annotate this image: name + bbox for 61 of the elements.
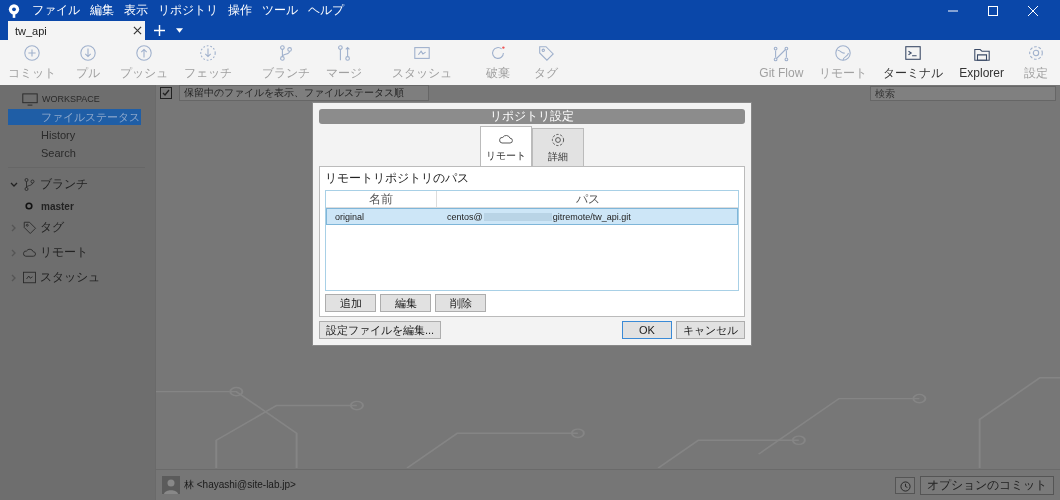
menu-item[interactable]: 編集 — [90, 2, 114, 19]
menu-item[interactable]: 表示 — [124, 2, 148, 19]
settings-icon — [1027, 43, 1045, 62]
menu-item[interactable]: リポジトリ — [158, 2, 218, 19]
chevron-down-icon[interactable] — [10, 180, 18, 189]
column-header: 名前 — [326, 190, 437, 208]
add-tab-icon[interactable] — [154, 25, 165, 36]
sidebar-section[interactable]: リモート — [40, 244, 88, 261]
settings-tab[interactable]: リモート — [480, 126, 532, 166]
checkbox[interactable] — [160, 87, 172, 99]
avatar-icon — [162, 476, 180, 494]
sidebar-item[interactable]: ファイルステータス — [8, 109, 141, 125]
column-header: パス — [574, 190, 601, 208]
flow-icon — [772, 45, 791, 63]
toolbar-button[interactable]: ターミナル — [879, 43, 948, 82]
commit-options-dropdown[interactable]: オプションのコミット — [920, 475, 1054, 495]
dialog-title: リポジトリ設定 — [319, 109, 745, 124]
app-logo-icon — [8, 3, 20, 18]
cancel-button[interactable]: キャンセル — [676, 321, 745, 339]
refresh-icon — [489, 43, 507, 62]
settings-tab[interactable]: 詳細 — [532, 128, 584, 166]
author-label: 林 <hayashi@site-lab.jp> — [184, 478, 296, 492]
ok-button[interactable]: OK — [622, 321, 672, 339]
settings-icon — [550, 131, 566, 148]
close-icon[interactable] — [133, 26, 142, 35]
sidebar-section[interactable]: スタッシュ — [40, 269, 100, 286]
repo-tab[interactable]: tw_api — [8, 21, 145, 40]
monitor-icon — [22, 92, 38, 106]
menu-item[interactable]: ヘルプ — [308, 2, 344, 19]
path-text: gitremote/tw_api.git — [552, 211, 631, 222]
maximize-icon[interactable] — [988, 5, 998, 16]
list-button[interactable]: 削除 — [435, 294, 486, 312]
branch-icon — [22, 177, 37, 192]
menu-item[interactable]: ツール — [262, 2, 298, 19]
path-text: centos@ — [447, 211, 483, 222]
search-field[interactable]: 検索 — [870, 85, 1056, 101]
list-button[interactable]: 編集 — [380, 294, 431, 312]
merge-icon — [335, 43, 353, 62]
table-cell-text: original — [334, 211, 366, 222]
tag-icon — [537, 43, 555, 62]
workspace-heading: WORKSPACE — [42, 94, 100, 104]
plus-circle-icon — [23, 43, 41, 62]
terminal-icon — [904, 43, 923, 62]
image-icon — [22, 270, 37, 285]
menu-item[interactable]: ファイル — [32, 2, 80, 19]
sidebar-section[interactable]: タグ — [40, 219, 64, 236]
remote-row[interactable]: original centos@ gitremote/tw_api.git — [326, 208, 738, 225]
sidebar-item[interactable]: Search — [8, 145, 141, 161]
sidebar-item[interactable]: History — [8, 127, 141, 143]
branch-icon — [277, 43, 295, 62]
filter-dropdown[interactable]: 保留中のファイルを表示、ファイルステータス順 — [179, 85, 429, 101]
branch-item[interactable]: master — [41, 200, 74, 212]
section-label: リモートリポジトリのパス — [325, 170, 470, 187]
history-button[interactable] — [895, 476, 915, 494]
sidebar-section[interactable]: ブランチ — [40, 176, 88, 193]
edit-config-button[interactable]: 設定ファイルを編集... — [319, 321, 442, 339]
menu-item[interactable]: 操作 — [228, 2, 252, 19]
toolbar-button[interactable]: Explorer — [955, 45, 1008, 80]
caret-icon[interactable] — [176, 28, 183, 33]
tag-icon — [22, 220, 37, 235]
list-button[interactable]: 追加 — [325, 294, 376, 312]
